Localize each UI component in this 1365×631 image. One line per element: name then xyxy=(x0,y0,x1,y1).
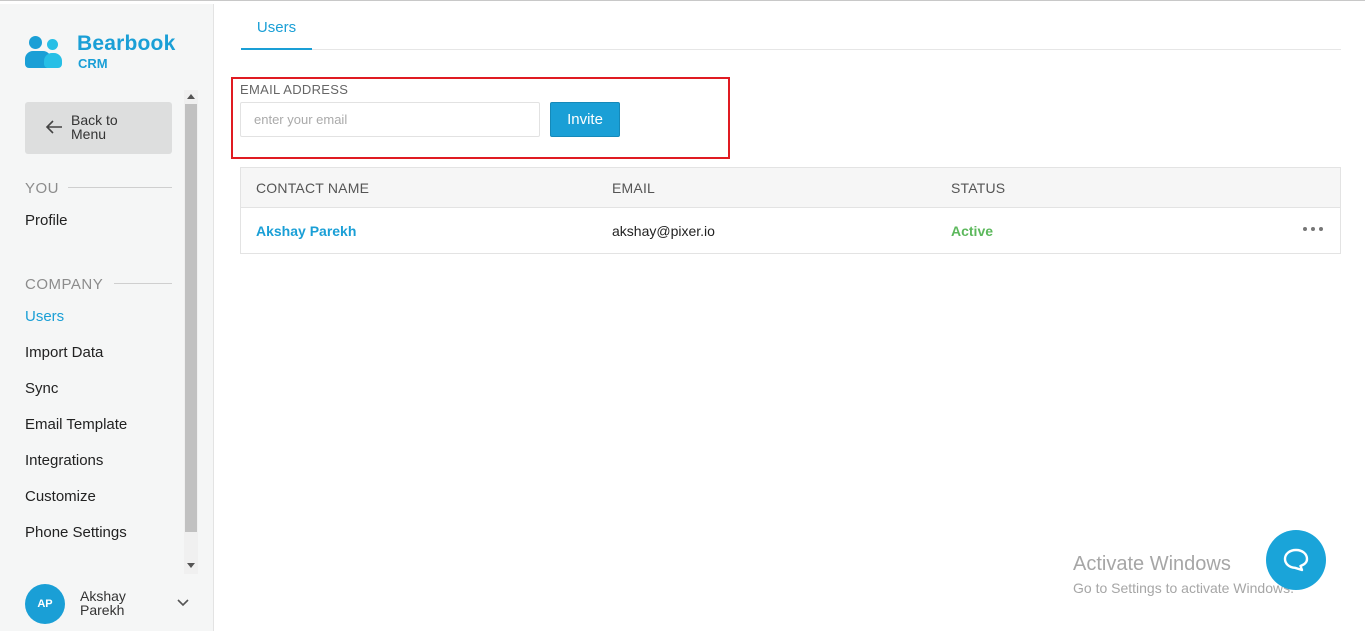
scroll-up-icon[interactable] xyxy=(187,94,195,99)
invite-button[interactable]: Invite xyxy=(550,102,620,137)
sidebar: Bearbook CRM Back to Menu YOU Profile CO… xyxy=(0,4,214,631)
windows-activation-watermark: Activate Windows Go to Settings to activ… xyxy=(1073,553,1294,596)
divider xyxy=(68,187,172,188)
chevron-down-icon[interactable] xyxy=(177,598,189,608)
sidebar-item-users[interactable]: Users xyxy=(25,308,64,325)
logo-bear-icon xyxy=(29,36,42,49)
sidebar-item-integrations[interactable]: Integrations xyxy=(25,452,103,469)
sidebar-item-sync[interactable]: Sync xyxy=(25,380,58,397)
scrollbar-thumb[interactable] xyxy=(185,104,197,532)
watermark-title: Activate Windows xyxy=(1073,553,1231,575)
brand-logo[interactable]: Bearbook CRM xyxy=(25,32,185,74)
tab-users[interactable]: Users xyxy=(241,5,312,50)
contact-email: akshay@pixer.io xyxy=(612,223,715,239)
sidebar-item-profile[interactable]: Profile xyxy=(25,212,68,229)
email-field[interactable] xyxy=(240,102,540,137)
arrow-left-icon xyxy=(45,120,62,134)
sidebar-item-customize[interactable]: Customize xyxy=(25,488,96,505)
back-to-menu-label: Back to Menu xyxy=(71,112,118,142)
email-address-label: EMAIL ADDRESS xyxy=(240,82,349,97)
user-menu[interactable]: AP Akshay Parekh xyxy=(25,584,200,626)
sidebar-scrollbar[interactable] xyxy=(184,90,198,574)
scroll-down-icon[interactable] xyxy=(187,563,195,568)
tab-bar: Users xyxy=(241,5,1341,50)
contact-name-link[interactable]: Akshay Parekh xyxy=(256,223,356,239)
sidebar-item-import-data[interactable]: Import Data xyxy=(25,344,103,361)
brand-subtitle: CRM xyxy=(78,56,108,71)
section-header-you: YOU xyxy=(25,180,60,197)
back-to-menu-button[interactable]: Back to Menu xyxy=(25,102,172,154)
divider xyxy=(114,283,172,284)
column-header-email[interactable]: EMAIL xyxy=(612,180,655,196)
section-header-company: COMPANY xyxy=(25,276,104,293)
table-header: CONTACT NAME EMAIL STATUS xyxy=(241,168,1340,208)
chat-bubble-icon xyxy=(1283,548,1309,572)
sidebar-item-phone-settings[interactable]: Phone Settings xyxy=(25,524,127,541)
column-header-status[interactable]: STATUS xyxy=(951,180,1005,196)
more-options-icon[interactable] xyxy=(1303,227,1325,233)
brand-name: Bearbook xyxy=(77,32,176,55)
sidebar-item-email-template[interactable]: Email Template xyxy=(25,416,127,433)
status-badge: Active xyxy=(951,223,994,239)
avatar: AP xyxy=(25,584,65,624)
watermark-subtitle: Go to Settings to activate Windows. xyxy=(1073,580,1294,596)
users-table: CONTACT NAME EMAIL STATUS Akshay Parekh … xyxy=(240,167,1341,254)
column-header-contact-name[interactable]: CONTACT NAME xyxy=(256,180,369,196)
user-name: Akshay Parekh xyxy=(80,588,126,618)
chat-launcher-button[interactable] xyxy=(1266,530,1326,590)
